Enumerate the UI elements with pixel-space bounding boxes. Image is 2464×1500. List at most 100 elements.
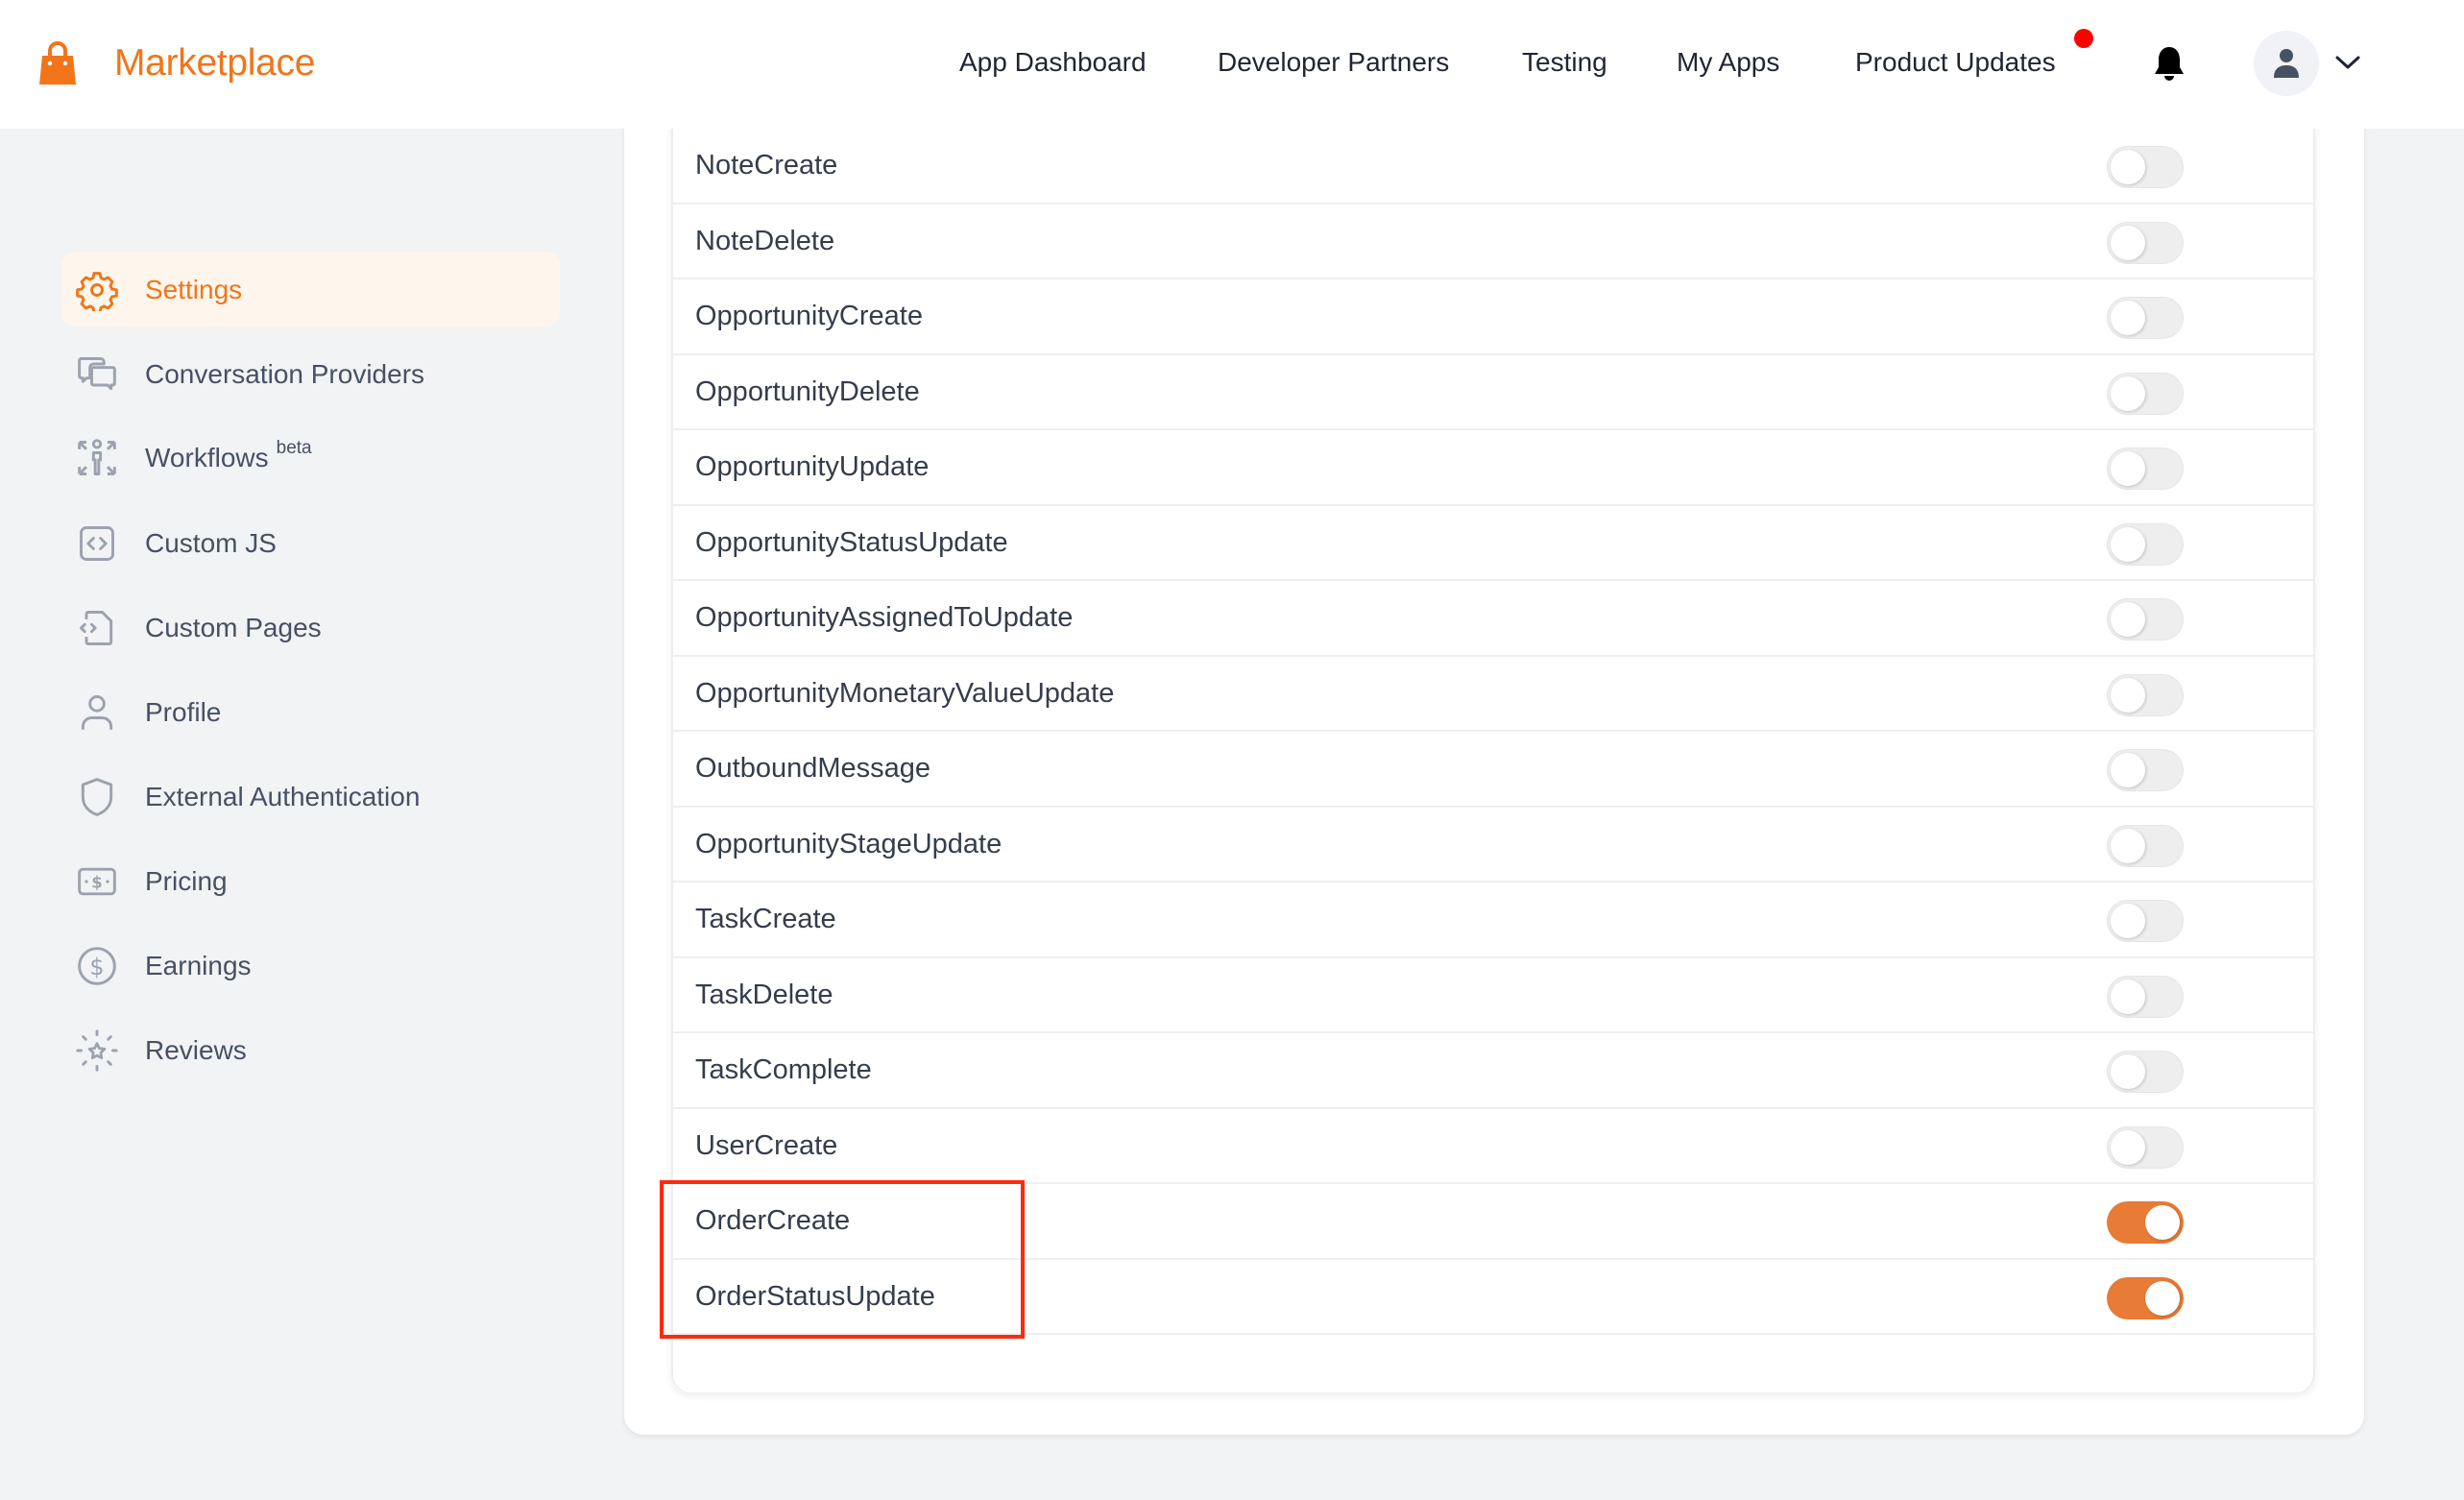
nav-developer-partners[interactable]: Developer Partners (1218, 47, 1449, 78)
event-row: NoteCreate (673, 129, 2313, 205)
sidebar-item-label: Custom JS (145, 528, 277, 558)
event-row: TaskCreate (673, 883, 2313, 958)
event-name: TaskComplete (695, 1054, 872, 1085)
toggle-knob (2111, 150, 2145, 184)
event-name: OpportunityDelete (695, 375, 920, 407)
nav-testing[interactable]: Testing (1522, 47, 1607, 78)
event-row: OpportunityAssignedToUpdate (673, 581, 2313, 657)
gear-icon (76, 272, 118, 311)
sidebar-item-custom-pages[interactable]: Custom Pages (61, 590, 560, 665)
event-toggle[interactable] (2107, 522, 2184, 566)
sidebar-item-conversation-providers[interactable]: Conversation Providers (61, 336, 560, 411)
toggle-knob (2111, 1054, 2145, 1089)
sidebar-item-label: Custom Pages (145, 613, 322, 642)
sidebar-item-external-authentication[interactable]: External Authentication (61, 759, 560, 834)
sidebar-item-label: External Authentication (145, 782, 421, 811)
sidebar-item-workflows[interactable]: Workflows beta (61, 420, 560, 495)
toggle-knob (2111, 526, 2145, 562)
event-name: OrderCreate (695, 1205, 851, 1236)
event-name: TaskCreate (695, 904, 836, 934)
dollar-circle-icon: $ (78, 947, 116, 985)
user-icon (2274, 49, 2299, 78)
toggle-knob (2111, 828, 2145, 863)
toggle-knob (2111, 677, 2145, 713)
event-row: OpportunityDelete (673, 355, 2313, 430)
sidebar-item-settings[interactable]: Settings (61, 252, 560, 327)
event-row: OpportunityUpdate (673, 430, 2313, 506)
sidebar-item-earnings[interactable]: $ Earnings (61, 928, 560, 1003)
toggle-knob (2111, 753, 2145, 787)
nav-my-apps[interactable]: My Apps (1677, 47, 1779, 78)
event-row: OutboundMessage (673, 732, 2313, 808)
event-name: OutboundMessage (695, 753, 931, 784)
event-toggle[interactable] (2107, 900, 2184, 942)
event-name: UserCreate (695, 1129, 838, 1161)
event-row: UserCreate (673, 1109, 2313, 1184)
event-toggle[interactable] (2107, 372, 2184, 415)
bell-icon[interactable] (2152, 44, 2186, 83)
event-row: OpportunityCreate (673, 279, 2313, 355)
workflow-icon (78, 439, 116, 475)
banknote-icon: $ (78, 867, 116, 896)
event-toggle[interactable] (2107, 975, 2184, 1018)
toggle-knob (2111, 979, 2145, 1014)
sidebar-item-profile[interactable]: Profile (61, 674, 560, 749)
event-toggle[interactable] (2107, 1051, 2184, 1093)
event-row: OpportunityStatusUpdate (673, 506, 2313, 581)
toggle-knob (2111, 451, 2145, 486)
event-name: NoteDelete (695, 225, 835, 256)
event-toggle[interactable] (2107, 1201, 2184, 1244)
event-name: TaskDelete (695, 979, 833, 1010)
event-toggle[interactable] (2107, 749, 2184, 791)
code-icon (80, 526, 114, 561)
sidebar-item-label: Earnings (145, 951, 252, 980)
toggle-knob (2111, 375, 2145, 411)
toggle-knob (2145, 1280, 2180, 1316)
avatar[interactable] (2254, 31, 2319, 96)
event-toggle[interactable] (2107, 1276, 2184, 1319)
event-toggle[interactable] (2107, 221, 2184, 264)
sidebar-item-custom-js[interactable]: Custom JS (61, 505, 560, 580)
top-header: Marketplace App Dashboard Developer Part… (0, 0, 2464, 129)
event-toggle[interactable] (2107, 297, 2184, 339)
event-row: OrderCreate (673, 1184, 2313, 1260)
sidebar-item-pricing[interactable]: $ Pricing (61, 843, 560, 918)
event-toggle[interactable] (2107, 673, 2184, 716)
event-row: TaskComplete (673, 1033, 2313, 1109)
svg-text:$: $ (89, 954, 104, 980)
event-name: OpportunityCreate (695, 301, 923, 331)
workflows-label: Workflows (145, 443, 269, 472)
event-row: TaskDelete (673, 958, 2313, 1033)
toggle-knob (2111, 602, 2145, 637)
shopping-bag-icon (39, 41, 76, 85)
event-toggle[interactable] (2107, 1125, 2184, 1169)
sidebar-item-label: Workflows beta (145, 438, 312, 473)
event-row: OpportunityMonetaryValueUpdate (673, 657, 2313, 732)
toggle-knob (2145, 1205, 2180, 1240)
sidebar-item-reviews[interactable]: Reviews (61, 1012, 560, 1087)
event-name: OpportunityMonetaryValueUpdate (695, 677, 1115, 709)
sidebar-item-label: Pricing (145, 866, 228, 896)
sidebar-item-label: Conversation Providers (145, 359, 425, 389)
event-name: OpportunityStatusUpdate (695, 526, 1008, 558)
shield-icon (81, 778, 113, 816)
star-sparkle-icon (76, 1029, 118, 1072)
event-toggle[interactable] (2107, 598, 2184, 641)
nav-app-dashboard[interactable]: App Dashboard (959, 47, 1147, 78)
event-name: OrderStatusUpdate (695, 1280, 935, 1312)
chat-bubbles-icon (78, 357, 116, 391)
event-toggle[interactable] (2107, 824, 2184, 867)
webhook-events-list: NoteCreate NoteDelete OpportunityCreate Opp… (671, 106, 2315, 1392)
event-name: OpportunityUpdate (695, 451, 930, 482)
toggle-knob (2111, 225, 2145, 260)
event-row: OrderStatusUpdate (673, 1260, 2313, 1335)
nav-product-updates[interactable]: Product Updates (1855, 47, 2056, 78)
event-toggle[interactable] (2107, 146, 2184, 188)
toggle-knob (2111, 1129, 2145, 1165)
toggle-knob (2111, 904, 2145, 938)
event-toggle[interactable] (2107, 448, 2184, 490)
chevron-down-icon[interactable] (2333, 52, 2362, 73)
notification-dot (2074, 29, 2093, 48)
sidebar-item-label: Settings (145, 275, 243, 304)
brand-name[interactable]: Marketplace (114, 42, 315, 85)
